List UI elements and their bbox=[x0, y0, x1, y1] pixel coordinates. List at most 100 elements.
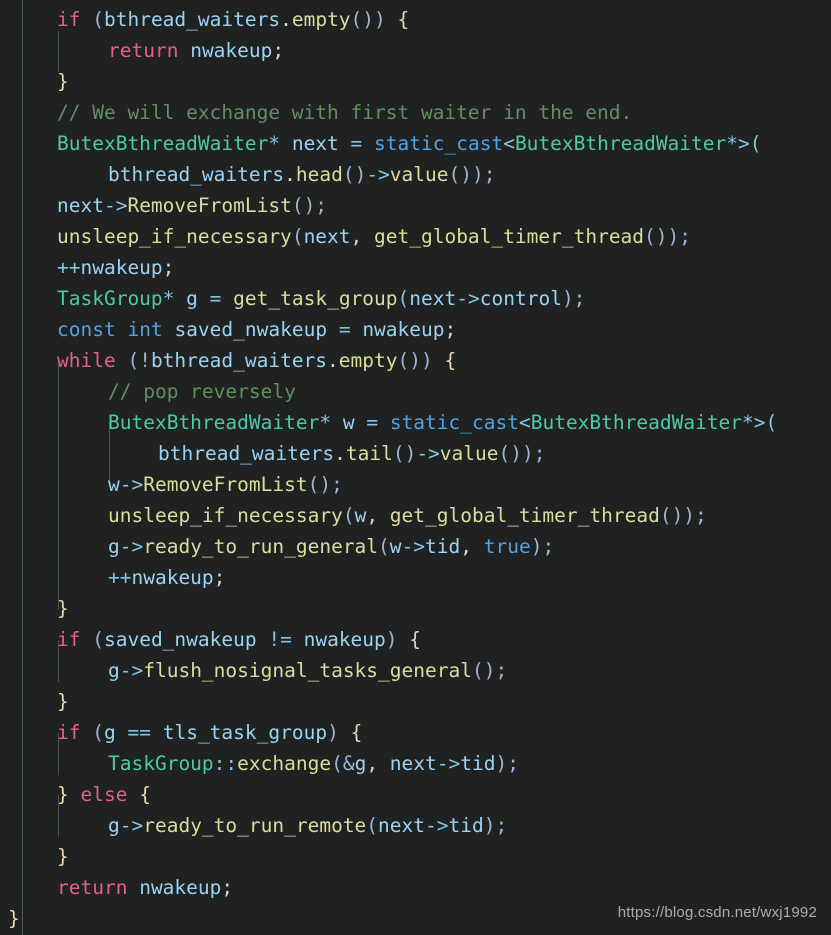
code-token-punc bbox=[339, 721, 351, 744]
code-line[interactable]: bthread_waiters.head()->value()); bbox=[0, 159, 831, 190]
code-token-punc: , bbox=[350, 225, 375, 248]
code-line[interactable]: TaskGroup::exchange(&g, next->tid); bbox=[0, 748, 831, 779]
code-line[interactable]: unsleep_if_necessary(w, get_global_timer… bbox=[0, 500, 831, 531]
code-token-op: -> bbox=[436, 752, 461, 775]
code-line[interactable]: next->RemoveFromList(); bbox=[0, 190, 831, 221]
code-token-fn: empty bbox=[291, 8, 351, 31]
code-token-brace: } bbox=[57, 845, 69, 868]
code-token-paren: ); bbox=[495, 752, 519, 775]
code-line[interactable]: ++nwakeup; bbox=[0, 562, 831, 593]
code-token-fn: get_task_group bbox=[233, 287, 398, 310]
code-token-punc bbox=[257, 628, 269, 651]
code-editor-surface[interactable]: if (bthread_waiters.empty()) {return nwa… bbox=[0, 0, 831, 935]
code-token-var: bthread_waiters bbox=[158, 442, 335, 465]
code-token-punc: , bbox=[460, 535, 484, 558]
code-block[interactable]: if (bthread_waiters.empty()) {return nwa… bbox=[0, 4, 831, 934]
code-token-paren: ) bbox=[385, 628, 398, 651]
code-token-paren: ()) bbox=[350, 8, 386, 31]
code-token-kw: while bbox=[57, 349, 116, 372]
code-token-var: g bbox=[108, 535, 120, 558]
code-line[interactable]: if (saved_nwakeup != nwakeup) { bbox=[0, 624, 831, 655]
code-line[interactable]: g->ready_to_run_remote(next->tid); bbox=[0, 810, 831, 841]
code-token-cls: ButexBthreadWaiter bbox=[530, 411, 743, 434]
code-token-var: next bbox=[378, 814, 426, 837]
code-token-op: = bbox=[366, 411, 379, 434]
code-token-punc bbox=[174, 287, 186, 310]
code-token-paren: ( bbox=[397, 287, 410, 310]
code-line[interactable]: w->RemoveFromList(); bbox=[0, 469, 831, 500]
code-token-punc bbox=[339, 132, 351, 155]
code-token-var: g bbox=[108, 814, 120, 837]
code-token-var: w bbox=[389, 535, 402, 558]
code-token-punc bbox=[378, 411, 390, 434]
code-line[interactable]: bthread_waiters.tail()->value()); bbox=[0, 438, 831, 469]
code-token-punc: ; bbox=[162, 256, 175, 279]
code-line[interactable]: ButexBthreadWaiter* w = static_cast<Bute… bbox=[0, 407, 831, 438]
code-line[interactable]: return nwakeup; bbox=[0, 872, 831, 903]
code-token-fn: unsleep_if_necessary bbox=[108, 504, 343, 527]
code-token-brace: } bbox=[57, 783, 69, 806]
code-token-punc bbox=[433, 349, 445, 372]
code-line[interactable]: if (bthread_waiters.empty()) { bbox=[0, 4, 831, 35]
code-token-paren: ( bbox=[92, 721, 104, 744]
code-token-op: -> bbox=[119, 659, 144, 682]
code-token-fn: ready_to_run_general bbox=[143, 535, 379, 558]
code-token-kw: return bbox=[108, 39, 179, 62]
code-token-fn: head bbox=[295, 163, 343, 186]
code-token-op: * bbox=[319, 411, 332, 434]
code-line[interactable]: // pop reversely bbox=[0, 376, 831, 407]
code-token-paren: ); bbox=[483, 814, 508, 837]
code-token-punc bbox=[386, 8, 398, 31]
code-token-var: next bbox=[291, 132, 339, 155]
code-token-fn: exchange bbox=[237, 752, 332, 775]
code-token-punc bbox=[116, 318, 128, 341]
code-token-paren: (! bbox=[127, 349, 151, 372]
code-token-var: w bbox=[342, 411, 355, 434]
code-token-brace: { bbox=[397, 8, 410, 31]
code-token-op: >( bbox=[753, 411, 778, 434]
code-line[interactable]: unsleep_if_necessary(next, get_global_ti… bbox=[0, 221, 831, 252]
code-line[interactable]: if (g == tls_task_group) { bbox=[0, 717, 831, 748]
code-token-op: != bbox=[268, 628, 292, 651]
code-token-brace: { bbox=[444, 349, 457, 372]
code-line[interactable]: } bbox=[0, 686, 831, 717]
code-token-paren: ( bbox=[291, 225, 304, 248]
code-line[interactable]: TaskGroup* g = get_task_group(next->cont… bbox=[0, 283, 831, 314]
code-token-punc: ; bbox=[272, 39, 285, 62]
code-line[interactable]: return nwakeup; bbox=[0, 35, 831, 66]
code-token-op: = bbox=[338, 318, 351, 341]
code-token-paren: ( bbox=[342, 504, 355, 527]
code-line[interactable]: } bbox=[0, 66, 831, 97]
code-token-brace: } bbox=[57, 70, 69, 93]
code-line[interactable]: ++nwakeup; bbox=[0, 252, 831, 283]
code-token-punc bbox=[80, 721, 92, 744]
code-token-var: w bbox=[108, 473, 120, 496]
code-token-punc: . bbox=[327, 349, 339, 372]
code-token-op: >( bbox=[738, 132, 762, 155]
code-line[interactable]: } else { bbox=[0, 779, 831, 810]
code-token-cls: TaskGroup bbox=[108, 752, 214, 775]
code-token-punc: . bbox=[280, 8, 292, 31]
code-line[interactable]: while (!bthread_waiters.empty()) { bbox=[0, 345, 831, 376]
code-token-fn: empty bbox=[338, 349, 398, 372]
code-token-op: -> bbox=[456, 287, 480, 310]
code-token-var: bthread_waiters bbox=[103, 8, 281, 31]
code-line[interactable]: } bbox=[0, 841, 831, 872]
code-token-var: nwakeup bbox=[139, 876, 222, 899]
code-token-op: * bbox=[268, 132, 281, 155]
code-line[interactable]: // We will exchange with first waiter in… bbox=[0, 97, 831, 128]
code-token-cls: ButexBthreadWaiter bbox=[57, 132, 269, 155]
code-token-punc bbox=[280, 132, 292, 155]
code-token-var: nwakeup bbox=[80, 256, 163, 279]
code-token-op: -> bbox=[366, 163, 390, 186]
code-line[interactable]: ButexBthreadWaiter* next = static_cast<B… bbox=[0, 128, 831, 159]
code-line[interactable]: g->ready_to_run_general(w->tid, true); bbox=[0, 531, 831, 562]
code-screenshot: if (bthread_waiters.empty()) {return nwa… bbox=[0, 0, 831, 935]
code-token-var: g bbox=[108, 659, 120, 682]
code-line[interactable]: } bbox=[0, 593, 831, 624]
code-token-paren: (& bbox=[331, 752, 355, 775]
code-token-kw: return bbox=[57, 876, 128, 899]
code-token-var: saved_nwakeup bbox=[174, 318, 328, 341]
code-line[interactable]: const int saved_nwakeup = nwakeup; bbox=[0, 314, 831, 345]
code-line[interactable]: g->flush_nosignal_tasks_general(); bbox=[0, 655, 831, 686]
